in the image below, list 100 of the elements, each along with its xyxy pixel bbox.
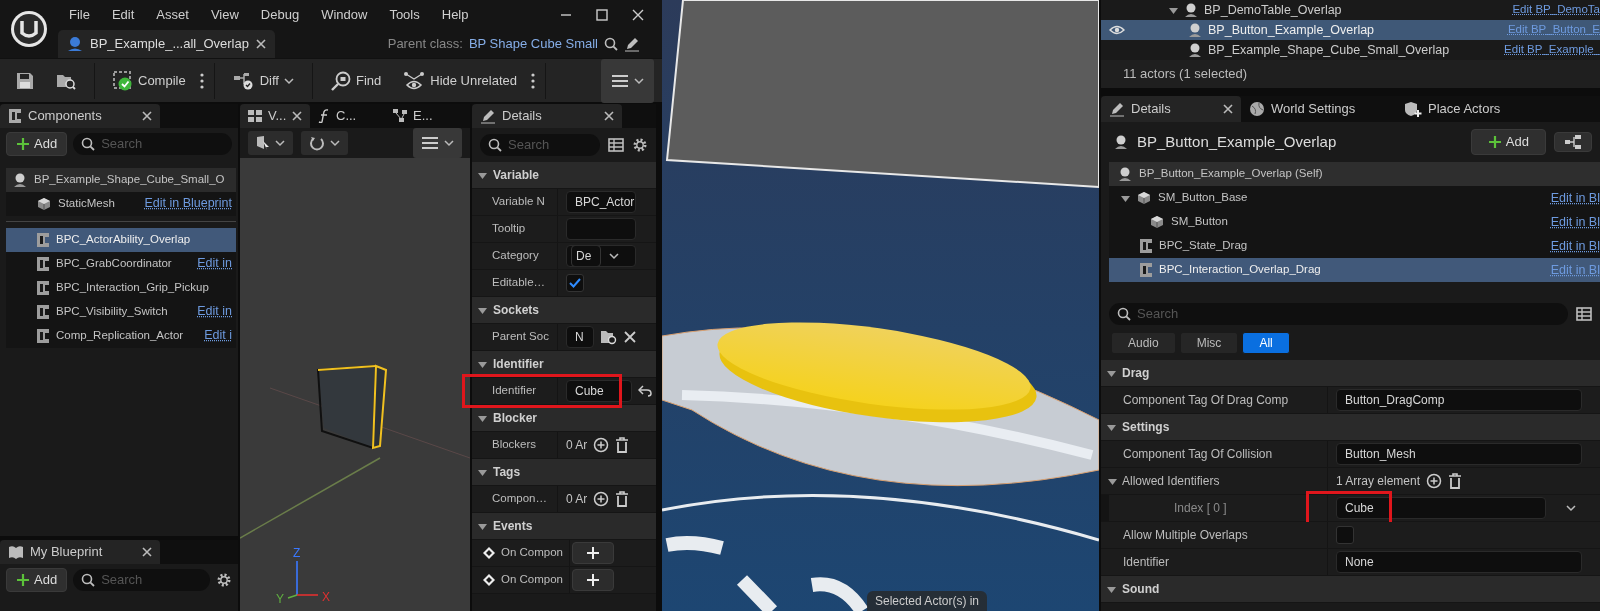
text-field[interactable]: None [1336,551,1582,573]
chevron-down-icon[interactable] [1566,504,1576,512]
socket-field[interactable]: N [566,326,594,348]
dropdown-field[interactable]: De [566,245,636,267]
select-mode-button[interactable] [248,131,293,155]
filter-button[interactable]: Audio [1111,332,1176,354]
panel-tab[interactable]: Place Actors [1396,96,1566,122]
panel-tab[interactable]: V... [240,104,310,128]
folder-search-icon[interactable] [600,329,618,345]
edit-link[interactable]: Edit in Blueprint [144,194,236,213]
asset-tab[interactable]: BP_Example_...all_Overlap [58,30,275,58]
text-field[interactable]: BPC_Actor [566,191,636,213]
tree-item[interactable]: BPC_Visibility_Switch Edit in [6,299,236,324]
expanded-arrow-icon[interactable] [478,359,487,369]
tree-item[interactable]: SM_Button_Base Edit in Bl [1109,186,1600,210]
settings-icon[interactable] [632,137,648,153]
tree-item[interactable]: BP_Example_Shape_Cube_Small_O [6,167,236,192]
menu-item[interactable]: Help [430,5,480,25]
tree-item[interactable]: BP_Button_Example_Overlap (Self) [1109,162,1600,186]
rotate-mode-button[interactable] [301,131,348,155]
add-element-icon[interactable] [593,491,610,507]
settings-icon[interactable] [216,571,232,588]
panel-tab[interactable]: My Blueprint [0,540,160,564]
close-icon[interactable] [292,111,303,121]
section-header[interactable]: Sockets [493,301,540,319]
add-button[interactable]: Add [6,568,68,592]
section-header[interactable]: Identifier [493,355,544,373]
section-header[interactable]: Drag [1122,364,1150,382]
toolbar-button[interactable]: Compile [105,66,194,95]
panel-tab[interactable]: Components [0,104,160,128]
dropdown-field[interactable]: Cube [1336,497,1546,519]
edit-link[interactable]: Edit in Bl [1550,188,1600,208]
expanded-arrow-icon[interactable] [1107,368,1116,378]
menu-item[interactable]: Window [310,5,379,25]
trash-icon[interactable] [615,437,630,453]
panel-tab[interactable]: World Settings [1241,96,1396,122]
close-icon[interactable] [142,111,152,121]
add-button[interactable]: Add [6,132,68,156]
edit-link[interactable]: Edit BP_Example_ [1504,41,1600,59]
add-element-icon[interactable] [1426,473,1443,489]
close-icon[interactable] [142,547,152,557]
text-field[interactable]: Button_Mesh [1336,443,1582,465]
text-field[interactable]: Button_DragComp [1336,389,1582,411]
tree-item[interactable]: BPC_Interaction_Grip_Pickup [6,275,236,300]
table-icon[interactable] [1576,307,1592,321]
more-icon[interactable] [199,72,204,89]
table-icon[interactable] [608,138,624,152]
viewport-options-button[interactable] [413,128,462,158]
edit-link[interactable]: Edit in [197,302,236,321]
trash-icon[interactable] [1448,473,1463,489]
panel-tab[interactable]: C... [310,104,385,128]
more-icon[interactable] [530,72,535,89]
tree-item[interactable]: Comp_Replication_Actor Edit i [6,323,236,348]
visibility-eye-icon[interactable] [1109,25,1125,35]
section-header[interactable]: Tags [493,463,521,481]
tree-item[interactable]: SM_Button Edit in Bl [1109,210,1600,234]
menu-item[interactable]: Edit [100,5,146,25]
expanded-arrow-icon[interactable] [1121,193,1130,203]
close-icon[interactable] [256,39,266,49]
parent-class-link[interactable]: BP Shape Cube Small [468,34,598,54]
tree-item[interactable]: BPC_State_Drag Edit in Bl [1109,234,1600,258]
close-icon[interactable] [632,9,644,21]
tree-item[interactable]: StaticMesh Edit in Blueprint [6,191,236,216]
blueprint-options-button[interactable] [1554,132,1592,152]
menu-item[interactable]: Asset [145,5,200,25]
text-field[interactable]: Cube [566,380,632,402]
outliner-row[interactable]: BP_Example_Shape_Cube_Small_Overlap Edit BP_Example_ [1101,40,1600,60]
menu-item[interactable]: Debug [249,5,311,25]
panel-tab[interactable]: E... [385,104,460,128]
outliner-row[interactable]: BP_Button_Example_Overlap Edit BP_Button_E [1101,20,1600,40]
outliner-row[interactable]: BP_DemoTable_Overlap Edit BP_DemoTa [1101,0,1600,20]
expanded-arrow-icon[interactable] [478,467,487,477]
section-header[interactable]: Variable [493,166,540,184]
section-header[interactable]: Sound [1122,580,1160,598]
view-options-button[interactable] [601,58,654,103]
panel-tab[interactable]: Details [472,104,622,128]
section-header[interactable]: Events [493,517,533,535]
add-event-button[interactable] [572,569,614,591]
add-element-icon[interactable] [593,437,610,453]
toolbar-button[interactable]: Find [322,66,390,95]
trash-icon[interactable] [615,491,630,507]
filter-button[interactable]: All [1242,332,1290,354]
expanded-arrow-icon[interactable] [478,170,487,180]
tree-item[interactable]: BPC_GrabCoordinator Edit in [6,251,236,276]
text-field[interactable] [566,218,636,240]
edit-link[interactable]: Edit in Bl [1550,236,1600,256]
expanded-arrow-icon[interactable] [1108,476,1117,486]
add-event-button[interactable] [572,542,614,564]
checkbox[interactable] [1336,526,1354,544]
checkbox[interactable] [566,274,584,292]
filter-button[interactable]: Misc [1179,332,1239,354]
menu-item[interactable]: Tools [378,5,431,25]
menu-item[interactable]: View [199,5,250,25]
section-header[interactable]: Blocker [493,409,538,427]
edit-link[interactable]: Edit in Bl [1550,212,1600,232]
close-icon[interactable] [1223,104,1233,114]
expanded-arrow-icon[interactable] [478,413,487,423]
toolbar-button[interactable]: Diff [224,66,302,95]
add-component-button[interactable]: Add [1470,129,1546,155]
expanded-arrow-icon[interactable] [1107,584,1116,594]
